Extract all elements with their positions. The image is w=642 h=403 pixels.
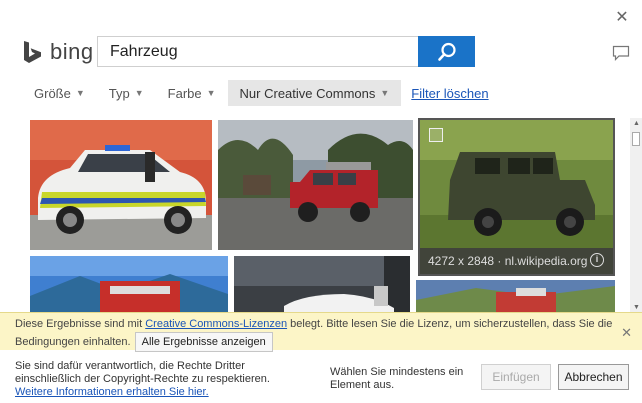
filter-type[interactable]: Typ ▼ [97,80,156,106]
notice-text-before: Diese Ergebnisse sind mit [15,318,146,330]
notice-line-2: Bedingungen einhalten. Alle Ergebnisse an… [15,332,634,352]
search-input[interactable] [98,37,418,66]
cancel-button[interactable]: Abbrechen [558,364,629,390]
scroll-up-icon[interactable]: ▲ [633,120,640,127]
insert-button[interactable]: Einfügen [481,364,551,390]
license-notice: Diese Ergebnisse sind mit Creative Commo… [0,312,642,352]
image-source: nl.wikipedia.org [504,254,588,268]
image-result-police-car[interactable] [30,120,212,250]
filter-license-label: Nur Creative Commons [239,85,376,101]
bing-logo: bing [22,39,96,65]
bing-logo-icon [24,41,41,63]
filter-color-label: Farbe [167,85,202,101]
disclaimer-line-1: Sie sind dafür verantwortlich, die Recht… [15,360,245,372]
filter-color[interactable]: Farbe ▼ [156,80,228,106]
rights-disclaimer: Sie sind dafür verantwortlich, die Recht… [15,360,295,399]
chevron-down-icon: ▼ [380,88,390,98]
clear-filters-link[interactable]: Filter löschen [411,86,488,101]
fire-truck-image [30,256,228,313]
search-box [97,36,475,67]
search-icon [437,42,456,61]
notice-line-1: Diese Ergebnisse sind mit Creative Commo… [15,316,634,332]
filter-size[interactable]: Größe ▼ [22,80,97,106]
image-result-military-vehicle[interactable]: 4272 x 2848 · nl.wikipedia.org i [418,118,615,276]
chevron-down-icon: ▼ [75,88,85,98]
info-icon[interactable]: i [590,253,604,267]
select-checkbox[interactable] [429,128,443,142]
police-car-image [30,120,212,250]
filter-bar: Größe ▼ Typ ▼ Farbe ▼ Nur Creative Commons ▼… [22,80,489,106]
feedback-icon[interactable] [612,45,630,61]
bing-logo-text: bing [50,39,94,64]
search-button[interactable] [418,36,475,67]
chevron-down-icon: ▼ [206,88,216,98]
selection-hint: Wählen Sie mindestens ein Element aus. [330,366,475,392]
more-info-link[interactable]: Weitere Informationen erhalten Sie hier. [15,386,209,398]
selection-hint-line-2: Element aus. [330,379,395,391]
scrollbar-thumb[interactable] [632,132,640,146]
selection-hint-line-1: Wählen Sie mindestens ein [330,366,464,378]
red-land-rover-image [218,120,413,250]
separator-dot: · [494,254,505,268]
filter-size-label: Größe [34,85,71,101]
footer: Sie sind dafür verantwortlich, die Recht… [0,352,642,403]
image-result-fire-truck-ladder[interactable] [30,256,228,313]
filter-license[interactable]: Nur Creative Commons ▼ [227,80,402,106]
scroll-down-icon[interactable]: ▼ [633,304,640,311]
image-results-grid: 4272 x 2848 · nl.wikipedia.org i [0,118,630,313]
image-result-red-land-rover[interactable] [218,120,413,250]
creative-commons-link[interactable]: Creative Commons-Lizenzen [145,318,287,330]
white-car-image [234,256,410,313]
image-result-white-car[interactable] [234,256,410,313]
red-truck-image [416,280,615,313]
disclaimer-line-2: einschließlich der Copyright-Rechte zu r… [15,373,270,385]
image-info-overlay: 4272 x 2848 · nl.wikipedia.org i [420,248,613,274]
header: bing [22,36,96,68]
results-scrollbar[interactable]: ▲ ▼ [630,118,642,313]
chevron-down-icon: ▼ [134,88,144,98]
notice-text-line2: Bedingungen einhalten. [15,336,131,348]
close-notice-icon[interactable]: ✕ [621,325,632,341]
show-all-results-button[interactable]: Alle Ergebnisse anzeigen [134,332,273,352]
image-size: 4272 x 2848 [428,254,495,268]
notice-text-after: belegt. Bitte lesen Sie die Lizenz, um s… [287,318,613,330]
close-dialog-icon[interactable]: ✕ [614,10,630,26]
image-result-red-truck[interactable] [416,280,615,313]
filter-type-label: Typ [108,85,130,101]
